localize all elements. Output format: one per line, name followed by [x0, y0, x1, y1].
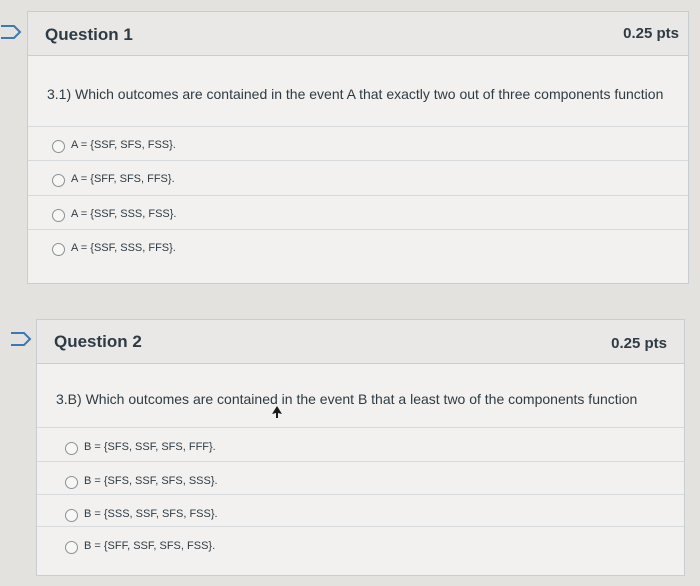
answer-label: A = {SFF, SFS, FFS}. — [71, 173, 175, 185]
question-2-card: Question 2 0.25 pts 3.B) Which outcomes … — [36, 319, 685, 576]
answer-label: A = {SSF, SSS, FSS}. — [71, 208, 177, 220]
question-2-answer-1[interactable]: B = {SFS, SSF, SFS, FFF}. — [37, 427, 684, 462]
answer-label: B = {SFS, SSF, SFS, FFF}. — [84, 441, 216, 453]
question-1-card: Question 1 0.25 pts 3.1) Which outcomes … — [27, 11, 689, 284]
radio-button[interactable] — [52, 140, 65, 153]
radio-button[interactable] — [52, 174, 65, 187]
question-1-answer-3[interactable]: A = {SSF, SSS, FSS}. — [28, 195, 688, 230]
radio-button[interactable] — [52, 243, 65, 256]
answer-label: B = {SFS, SSF, SFS, SSS}. — [84, 475, 218, 487]
answer-label: B = {SFF, SSF, SFS, FSS}. — [84, 540, 216, 552]
question-2-points: 0.25 pts — [611, 335, 667, 352]
question-1-answer-4[interactable]: A = {SSF, SSS, FFS}. — [28, 229, 688, 264]
answer-label: A = {SSF, SSS, FFS}. — [71, 242, 176, 254]
question-2-title: Question 2 — [54, 332, 142, 351]
question-2-text: 3.B) Which outcomes are contained in the… — [56, 391, 638, 407]
question-1-answer-1[interactable]: A = {SSF, SFS, FSS}. — [28, 126, 688, 161]
radio-button[interactable] — [65, 509, 78, 522]
question-2-answer-4[interactable]: B = {SFF, SSF, SFS, FSS}. — [37, 526, 684, 561]
radio-button[interactable] — [65, 541, 78, 554]
flag-question-2-icon[interactable] — [10, 332, 32, 346]
question-2-answer-2[interactable]: B = {SFS, SSF, SFS, SSS}. — [37, 461, 684, 496]
question-1-answer-2[interactable]: A = {SFF, SFS, FFS}. — [28, 160, 688, 195]
flag-question-1-icon[interactable] — [0, 25, 22, 39]
mouse-cursor-icon — [272, 405, 282, 423]
question-1-text: 3.1) Which outcomes are contained in the… — [47, 86, 664, 102]
answer-label: B = {SSS, SSF, SFS, FSS}. — [84, 508, 218, 520]
answer-label: A = {SSF, SFS, FSS}. — [71, 139, 176, 151]
radio-button[interactable] — [65, 476, 78, 489]
question-1-points: 0.25 pts — [623, 25, 679, 42]
question-2-header: Question 2 0.25 pts — [37, 320, 684, 364]
radio-button[interactable] — [52, 209, 65, 222]
question-1-header: Question 1 0.25 pts — [28, 12, 688, 56]
radio-button[interactable] — [65, 442, 78, 455]
question-1-title: Question 1 — [45, 25, 133, 44]
question-2-answer-3[interactable]: B = {SSS, SSF, SFS, FSS}. — [37, 494, 684, 529]
